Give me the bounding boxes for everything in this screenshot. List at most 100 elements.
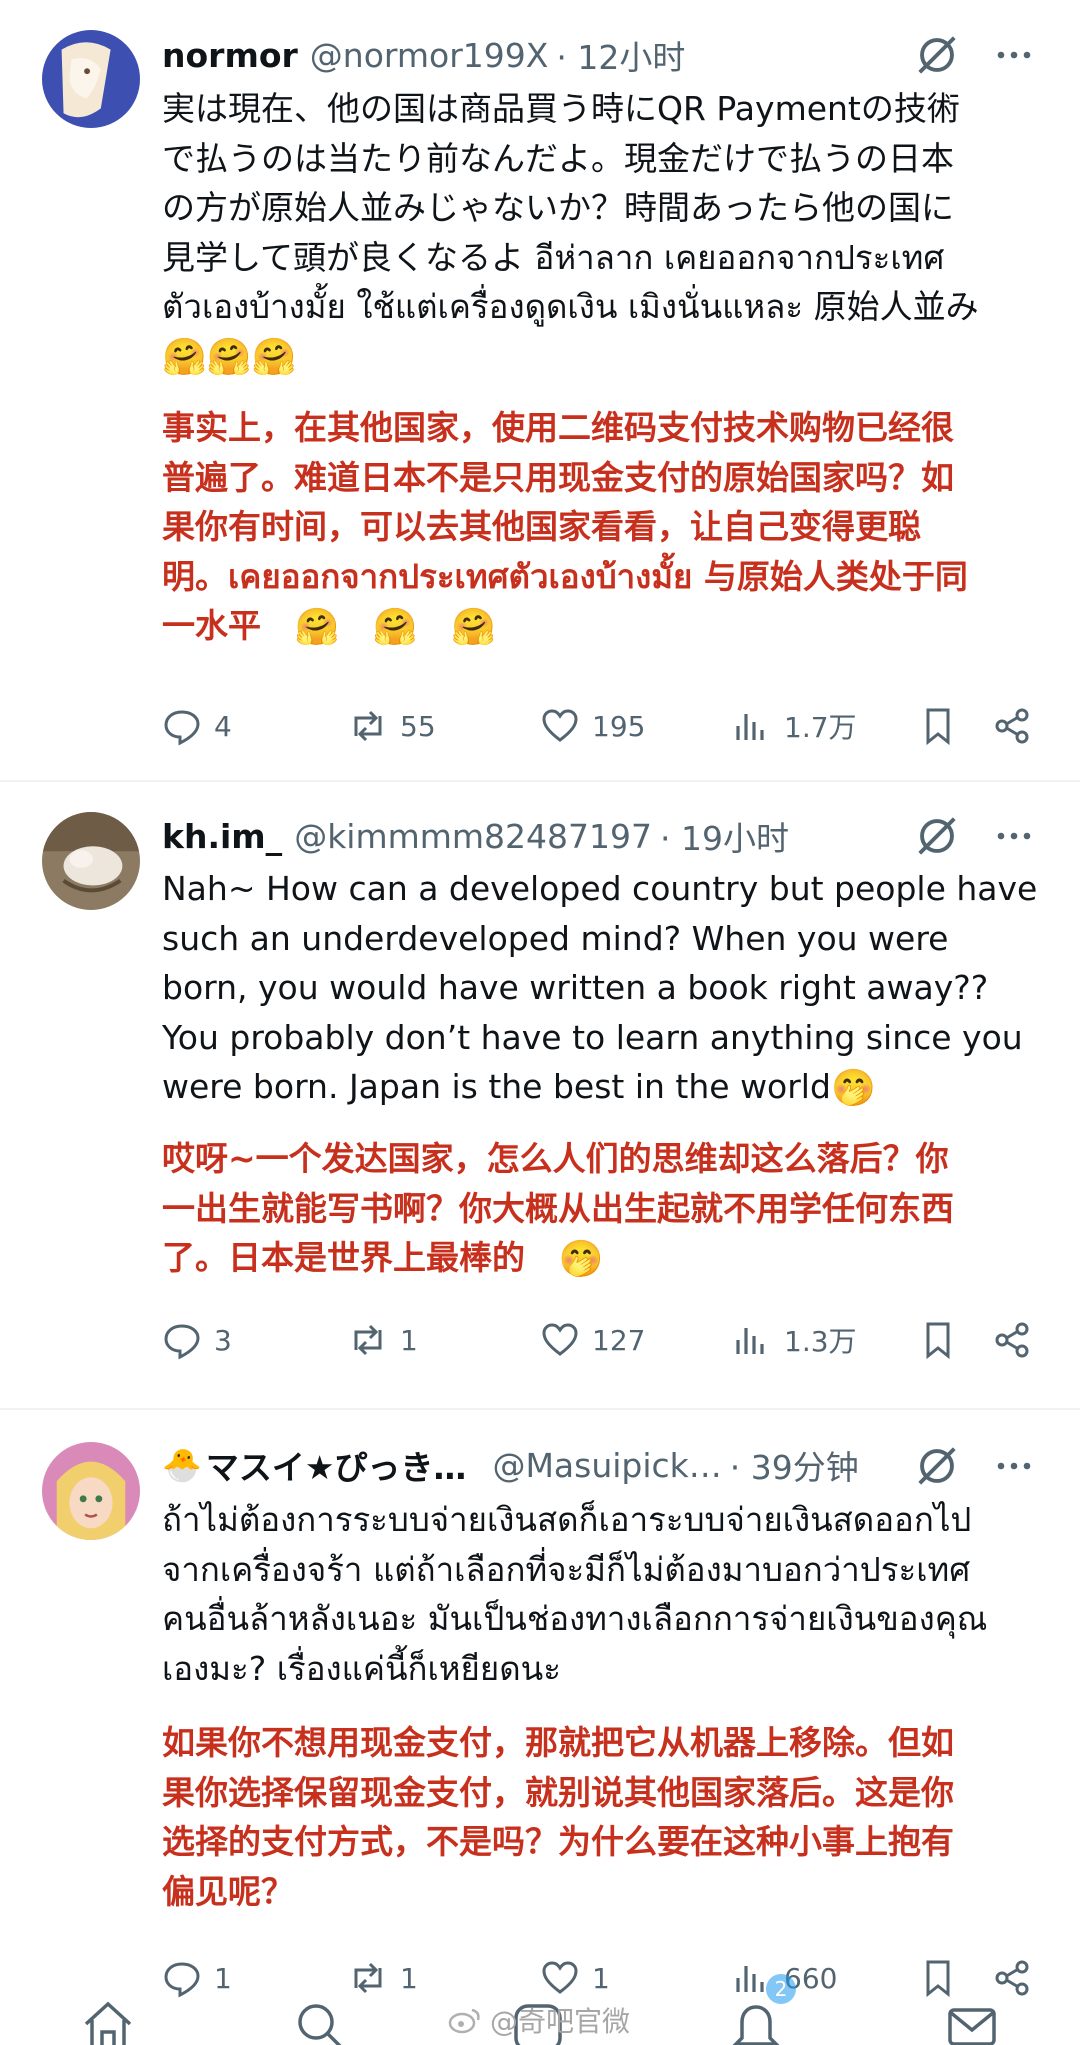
repost-icon [354,1324,382,1356]
display-name[interactable]: normor [162,36,298,75]
bookmark-button[interactable] [918,698,958,754]
display-name[interactable]: kh.im_ [162,817,282,856]
timestamp[interactable]: · 19小时 [660,812,789,860]
search-icon[interactable] [292,1998,348,2045]
translation-line: 一水平 [162,606,261,645]
timestamp[interactable]: · 12小时 [556,31,685,79]
tweet-text-line: 見学して頭が良くなるよ อีห่าลาก เคยออกจากประเทศ [162,237,945,277]
tweet[interactable]: kh.im_ @kimmmm82487197 · 19小时 Nah~ How c… [0,780,1080,1408]
translation-line: 哎呀~一个发达国家，怎么人们的思维却这么落后？你 [162,1139,949,1178]
messages-icon[interactable] [944,1998,1000,2045]
notification-badge: 2 [766,1974,796,2004]
reply-count: 4 [214,709,232,743]
views-button[interactable]: 1.7万 [732,698,857,754]
notifications-icon[interactable] [728,1998,784,2045]
tweet-text-line: จากเครื่องจร้า แต่ถ้าเลือกที่จะมีก็ไม่ต้… [162,1549,971,1589]
tweet-text-line: の方が原始人並みじゃないか？時間あったら他の国に [162,188,954,227]
timestamp[interactable]: · 39分钟 [730,1441,859,1489]
translation-text: 事实上，在其他国家，使用二维码支付技术购物已经很 普遍了。难道日本不是只用现金支… [162,403,1042,651]
like-icon [542,709,578,742]
views-button[interactable]: 1.3万 [732,1312,857,1368]
more-icon[interactable] [994,1446,1034,1486]
translation-line: 果你选择保留现金支付，就别说其他国家落后。这是你 [162,1772,954,1812]
hug-emoji: 🤗 [451,606,496,648]
timeline-feed: normor @normor199X · 12小时 実は現在、他の国は商品買う時… [0,0,1080,2038]
weibo-logo-icon [448,2008,480,2034]
translation-line: 了。日本是世界上最棒的 [162,1238,525,1277]
reply-button[interactable]: 4 [162,698,232,754]
user-handle[interactable]: @kimmmm82487197 [294,817,652,856]
tweet[interactable]: 🐣 マスイ★ぴっき… @Masuipick… · 39分钟 ถ้าไม่ต้อง… [0,1408,1080,2038]
repost-icon [354,710,382,742]
views-icon [736,1328,764,1354]
share-button[interactable] [992,1312,1032,1368]
tweet-text-line: Nah~ How can a developed country but peo… [162,869,1038,908]
grok-icon[interactable] [914,813,960,859]
tweet[interactable]: normor @normor199X · 12小时 実は現在、他の国は商品買う時… [0,0,1080,780]
tweet-text-line: were born. Japan is the best in the worl… [162,1067,831,1106]
tweet-text: ถ้าไม่ต้องการระบบจ่ายเงินสดก็เอาระบบจ่าย… [162,1495,1042,1693]
avatar[interactable] [42,1442,140,1540]
tweet-text-line: คนอื่นล้าหลังเนอะ มันเป็นช่องทางเลือกการ… [162,1599,988,1638]
views-icon [736,714,764,740]
translation-text: 如果你不想用现金支付，那就把它从机器上移除。但如 果你选择保留现金支付，就别说其… [162,1718,1042,1916]
tweet-text-line: You probably don’t have to learn anythin… [162,1017,1023,1057]
share-button[interactable] [992,698,1032,754]
tweet-text-line: ตัวเองบ้างมั้ย ใช้แต่เครื่องดูดเงิน เมิง… [162,287,979,326]
repost-count: 55 [400,709,436,743]
like-button[interactable]: 127 [540,1312,645,1368]
bookmark-icon [926,708,950,746]
repost-button[interactable]: 55 [348,698,436,754]
like-icon [542,1323,578,1356]
tweet-text-line: เองมะ? เรื่องแค่นี้ก็เหยียดนะ [162,1648,561,1688]
translation-line: 如果你不想用现金支付，那就把它从机器上移除。但如 [162,1723,954,1762]
translation-line: 明。เคยออกจากประเทศตัวเองบ้างมั้ย 与原始人类处于同 [162,556,968,596]
tweet-header: 🐣 マスイ★ぴっき… @Masuipick… · 39分钟 [162,1437,1040,1493]
user-handle[interactable]: @Masuipick… [492,1446,721,1485]
translation-line: 事实上，在其他国家，使用二维码支付技术购物已经很 [162,408,954,447]
repost-button[interactable]: 1 [348,1312,418,1368]
hatching-chick-emoji: 🐣 [162,1446,202,1484]
more-icon[interactable] [994,816,1034,856]
view-count: 1.7万 [784,711,857,744]
home-icon[interactable] [80,1998,136,2045]
hug-emoji: 🤗 [372,606,418,648]
translation-line: 一出生就能写书啊？你大概从出生起就不用学任何东西 [162,1188,954,1228]
repost-count: 1 [400,1323,418,1357]
reply-icon [164,1324,200,1360]
more-icon[interactable] [994,35,1034,75]
tweet-header: kh.im_ @kimmmm82487197 · 19小时 [162,808,1040,864]
like-button[interactable]: 195 [540,698,645,754]
tweet-text-line: 実は現在、他の国は商品買う時にQR Paymentの技術 [162,89,960,128]
like-count: 127 [592,1323,646,1357]
avatar[interactable] [42,812,140,910]
hug-emoji: 🤗 [294,606,340,648]
avatar[interactable] [42,30,140,128]
translation-line: 普遍了。难道日本不是只用现金支付的原始国家吗？如 [162,457,954,497]
tweet-text-line: ถ้าไม่ต้องการระบบจ่ายเงินสดก็เอาระบบจ่าย… [162,1500,972,1539]
action-bar: 4 55 195 1.7万 [162,698,1042,754]
translation-line: 选择的支付方式，不是吗？为什么要在这种小事上抱有 [162,1822,954,1861]
tweet-text: 実は現在、他の国は商品買う時にQR Paymentの技術 で払うのは当たり前なん… [162,84,1042,381]
watermark: @奇吧官微 [448,2000,630,2040]
like-count: 195 [592,709,646,743]
translation-line: 偏见呢？ [162,1871,294,1911]
user-handle[interactable]: @normor199X [310,36,549,75]
translation-text: 哎呀~一个发达国家，怎么人们的思维却这么落后？你 一出生就能写书啊？你大概从出生… [162,1134,1042,1283]
action-bar: 3 1 127 1.3万 [162,1312,1042,1368]
display-name[interactable]: マスイ★ぴっき… [206,1441,467,1489]
grok-icon[interactable] [914,1443,960,1489]
grok-icon[interactable] [914,32,960,78]
tweet-text-line: で払うのは当たり前なんだよ。現金だけで払うの日本 [162,138,954,178]
hand-over-mouth-emoji: 🤭 [830,1067,876,1109]
share-icon [995,1322,1029,1358]
reply-button[interactable]: 3 [162,1312,232,1368]
hand-over-mouth-emoji: 🤭 [558,1238,604,1280]
reply-count: 3 [214,1323,232,1357]
view-count: 1.3万 [784,1325,857,1358]
tweet-text: Nah~ How can a developed country but peo… [162,864,1042,1112]
translation-line: 果你有时间，可以去其他国家看看，让自己变得更聪 [162,507,921,546]
tweet-header: normor @normor199X · 12小时 [162,27,1040,83]
bookmark-button[interactable] [918,1312,958,1368]
reply-icon [164,710,200,746]
